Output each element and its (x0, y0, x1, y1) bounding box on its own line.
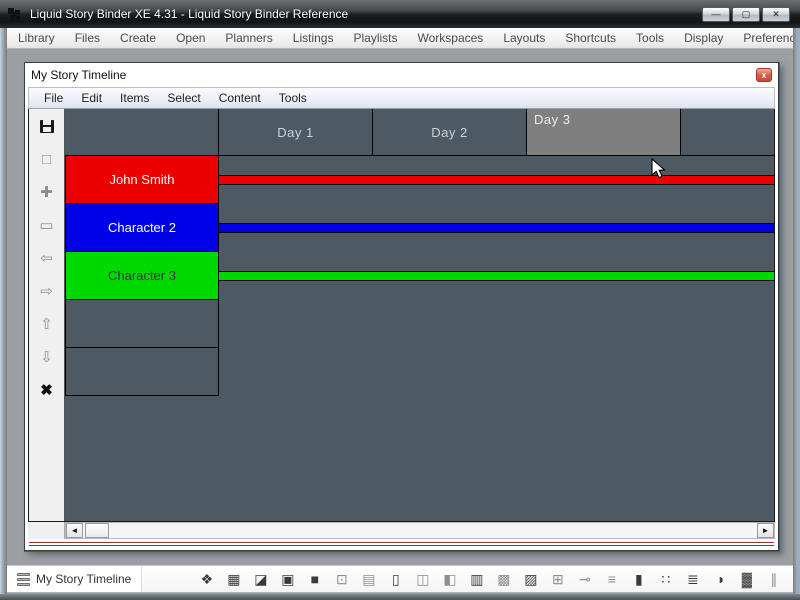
move-up-icon[interactable]: ⇧ (35, 312, 59, 336)
timeline-menu-item-select[interactable]: Select (158, 89, 209, 107)
day-header-2[interactable]: Day 2 (373, 109, 527, 156)
taskbar: My Story Timeline ❖ ▦ ◪ ▣ ■ ⊡ ▤ ▯ ◫ ◧ ▥ ▩ ▨ ⊞ ⊸ ≡ ▮ ∷ ≣ ◑ ▓ ∥… (7, 565, 793, 593)
empty-character-cell-2[interactable] (65, 348, 219, 396)
timeline-window-title: My Story Timeline (31, 68, 126, 82)
list-icon[interactable]: ≡ (603, 571, 620, 587)
grid-table-icon[interactable]: ▦ (225, 571, 242, 588)
timeline-window-title-bar[interactable]: My Story Timeline x (28, 63, 775, 87)
menu-item-playlists[interactable]: Playlists (343, 29, 407, 47)
move-right-icon[interactable]: ⇨ (35, 279, 59, 303)
track-bar-3[interactable] (219, 271, 774, 281)
window-border-left (0, 28, 7, 600)
main-menu-bar: LibraryFilesCreateOpenPlannersListingsPl… (0, 28, 800, 49)
timeline-menu-item-items[interactable]: Items (111, 89, 158, 107)
menu-item-display[interactable]: Display (674, 29, 733, 47)
menu-item-files[interactable]: Files (65, 29, 110, 47)
title-bar[interactable]: Liquid Story Binder XE 4.31 - Liquid Sto… (0, 0, 800, 28)
menu-item-listings[interactable]: Listings (283, 29, 344, 47)
track-bar-1[interactable] (219, 175, 774, 185)
day-header-1[interactable]: Day 1 (219, 109, 373, 156)
table-columns-icon[interactable]: ◫ (414, 571, 431, 588)
character-cell-3[interactable]: Character 3 (65, 252, 219, 300)
text-columns-icon[interactable]: ▥ (468, 571, 485, 588)
stop-square-icon[interactable]: □ (35, 147, 59, 171)
side-panel-doc-icon[interactable]: ◧ (441, 571, 458, 588)
box-icon[interactable]: ◪ (252, 571, 269, 588)
timeline-content: □✚▭⇦⇨⇧⇩✖ Day 1Day 2Day 3John SmithCharac… (28, 109, 775, 522)
save-icon[interactable] (35, 114, 59, 138)
swatch-icon[interactable]: ■ (306, 571, 323, 587)
minimize-button[interactable]: — (702, 7, 730, 22)
scroll-left-button[interactable]: ◄ (66, 523, 83, 538)
timeline-grid[interactable]: Day 1Day 2Day 3 John SmithCharacter 2Char… (65, 109, 774, 521)
scrollbar-thumb[interactable] (85, 523, 109, 538)
selection-icon[interactable]: ⊡ (333, 571, 350, 588)
scrollbar-fill[interactable] (109, 523, 757, 538)
move-down-icon[interactable]: ⇩ (35, 345, 59, 369)
move-left-icon[interactable]: ⇦ (35, 246, 59, 270)
window-footer-stripes (28, 539, 775, 548)
pause-icon[interactable]: ∥ (765, 571, 782, 588)
window-border-bottom (0, 594, 800, 600)
timeline-menu-item-tools[interactable]: Tools (270, 89, 316, 107)
menu-item-library[interactable]: Library (8, 29, 65, 47)
calendar-icon[interactable]: ⊞ (549, 571, 566, 588)
stack-icon[interactable]: ≣ (684, 571, 701, 588)
stacked-bars-icon (17, 573, 30, 586)
add-icon[interactable]: ✚ (35, 180, 59, 204)
timeline-close-button[interactable]: x (756, 68, 772, 82)
track-bar-2[interactable] (219, 223, 774, 233)
menu-item-workspaces[interactable]: Workspaces (408, 29, 494, 47)
character-cell-1[interactable]: John Smith (65, 156, 219, 204)
timeline-menu-item-content[interactable]: Content (210, 89, 270, 107)
bars-icon[interactable]: ▮ (630, 571, 647, 588)
window-title: Liquid Story Binder XE 4.31 - Liquid Sto… (30, 7, 348, 21)
menu-item-open[interactable]: Open (166, 29, 215, 47)
taskbar-item-label: My Story Timeline (36, 572, 131, 586)
close-button[interactable]: ✕ (762, 7, 790, 22)
timeline-window: My Story Timeline x FileEditItemsSelectC… (24, 62, 779, 551)
taskbar-tool-icons: ❖▦◪▣■⊡▤▯◫◧▥▩▨⊞⊸≡▮∷≣◑▓∥✒ (198, 571, 800, 588)
save-all-icon[interactable]: ▣ (279, 571, 296, 588)
tiles-icon[interactable]: ∷ (657, 571, 674, 588)
taskbar-item-my-story-timeline[interactable]: My Story Timeline (7, 566, 142, 592)
timeline-side-toolbar: □ ✚ ▭ ⇦ ⇨ ⇧ ⇩ ✖ (29, 109, 65, 521)
scroll-right-button[interactable]: ► (757, 523, 774, 538)
menu-item-tools[interactable]: Tools (626, 29, 674, 47)
planner-layers-icon[interactable]: ❖ (198, 571, 215, 588)
menu-item-preferences[interactable]: Preferences (733, 29, 800, 47)
delete-icon[interactable]: ✖ (35, 378, 59, 402)
window-border-right (793, 28, 800, 600)
new-page-icon[interactable]: ▯ (387, 571, 404, 588)
day-header-3[interactable]: Day 3 (527, 109, 681, 156)
app-icon (6, 6, 23, 23)
floppy-glyph (40, 120, 54, 133)
connector-icon[interactable]: ⊸ (576, 571, 593, 588)
horizontal-scrollbar: ◄ ► (28, 522, 775, 539)
remove-icon[interactable]: ▭ (35, 213, 59, 237)
timeline-menu-item-edit[interactable]: Edit (72, 89, 111, 107)
texture-image-icon[interactable]: ▓ (738, 571, 755, 587)
mouse-cursor (651, 158, 667, 185)
mosaic-icon[interactable]: ▩ (495, 571, 512, 588)
timeline-menu-item-file[interactable]: File (35, 89, 72, 107)
menu-item-layouts[interactable]: Layouts (493, 29, 555, 47)
maximize-button[interactable]: ▢ (732, 7, 760, 22)
menu-item-planners[interactable]: Planners (215, 29, 282, 47)
grid-corner-cell (65, 109, 219, 156)
empty-character-cell-1[interactable] (65, 300, 219, 348)
scrollbar-track[interactable]: ◄ ► (65, 522, 775, 539)
image-icon[interactable]: ▨ (522, 571, 539, 588)
menu-item-create[interactable]: Create (110, 29, 166, 47)
character-cell-2[interactable]: Character 2 (65, 204, 219, 252)
scrollbar-spacer (28, 522, 65, 539)
menu-item-shortcuts[interactable]: Shortcuts (555, 29, 626, 47)
document-lines-icon[interactable]: ▤ (360, 571, 377, 588)
day-header-partial (681, 109, 774, 156)
dark-circle-image-icon[interactable]: ◑ (711, 571, 728, 587)
timeline-menu-bar: FileEditItemsSelectContentTools (28, 87, 775, 109)
window-controls: — ▢ ✕ (702, 7, 794, 22)
